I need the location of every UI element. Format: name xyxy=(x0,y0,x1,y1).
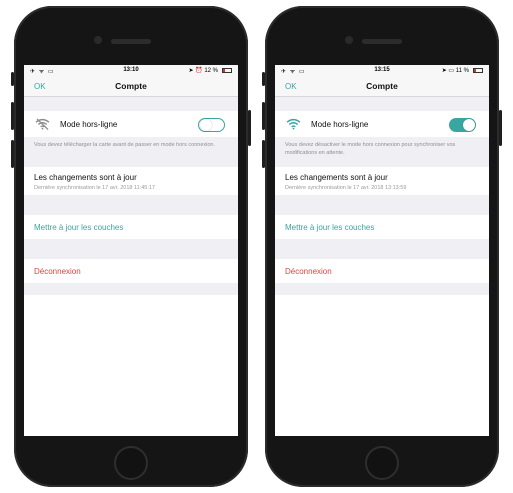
battery-icon xyxy=(222,68,232,73)
wifi-off-icon xyxy=(35,118,50,130)
update-layers-row[interactable]: Mettre à jour les couches xyxy=(24,215,238,239)
logout-button[interactable]: Déconnexion xyxy=(285,267,332,276)
logout-button[interactable]: Déconnexion xyxy=(34,267,81,276)
phone-left: ✈ ᯤ ▭ 13:10 ➤ ⏰ 12 % OK Compte Mode hors… xyxy=(11,6,251,487)
power-button xyxy=(248,110,251,146)
status-bar: ✈ ᯤ ▭ 13:15 ➤ ▭ 11 % xyxy=(275,65,489,76)
sync-status-row: Les changements sont à jour Dernière syn… xyxy=(24,167,238,195)
toggle-knob xyxy=(463,119,475,131)
offline-mode-toggle[interactable] xyxy=(449,118,476,132)
status-battery-text: ➤ ▭ 11 % xyxy=(441,68,469,74)
sync-status-title: Les changements sont à jour xyxy=(34,173,137,182)
logout-row[interactable]: Déconnexion xyxy=(275,259,489,283)
volume-up-button xyxy=(11,102,14,130)
update-layers-button[interactable]: Mettre à jour les couches xyxy=(34,223,123,232)
earpiece-speaker xyxy=(111,39,151,44)
last-sync-text: Dernière synchronisation le 17 avr. 2018… xyxy=(34,185,155,191)
logout-row[interactable]: Déconnexion xyxy=(24,259,238,283)
phone-right: ✈ ᯤ ▭ 13:15 ➤ ▭ 11 % OK Compte Mode hors… xyxy=(262,6,502,487)
update-layers-button[interactable]: Mettre à jour les couches xyxy=(285,223,374,232)
offline-mode-hint: Vous devez désactiver le mode hors conne… xyxy=(285,142,456,156)
last-sync-text: Dernière synchronisation le 17 avr. 2018… xyxy=(285,185,407,191)
empty-area xyxy=(24,295,238,436)
empty-area xyxy=(275,295,489,436)
home-button[interactable] xyxy=(114,446,148,480)
navigation-bar: OK Compte xyxy=(275,76,489,97)
update-layers-row[interactable]: Mettre à jour les couches xyxy=(275,215,489,239)
offline-mode-label: Mode hors-ligne xyxy=(60,120,118,129)
page-title: Compte xyxy=(366,81,398,91)
battery-icon xyxy=(473,68,483,73)
volume-up-button xyxy=(262,102,265,130)
offline-mode-row: Mode hors-ligne xyxy=(275,111,489,137)
status-battery-text: ➤ ⏰ 12 % xyxy=(188,68,218,74)
home-button[interactable] xyxy=(365,446,399,480)
volume-down-button xyxy=(262,140,265,168)
page-title: Compte xyxy=(115,81,147,91)
offline-mode-toggle[interactable] xyxy=(198,118,225,132)
earpiece-speaker xyxy=(362,39,402,44)
screen: ✈ ᯤ ▭ 13:15 ➤ ▭ 11 % OK Compte Mode hors… xyxy=(275,65,489,436)
offline-mode-hint: Vous devez télécharger la carte avant de… xyxy=(34,142,216,148)
screen: ✈ ᯤ ▭ 13:10 ➤ ⏰ 12 % OK Compte Mode hors… xyxy=(24,65,238,436)
offline-mode-label: Mode hors-ligne xyxy=(311,120,369,129)
power-button xyxy=(499,110,502,146)
offline-mode-row: Mode hors-ligne xyxy=(24,111,238,137)
mute-switch xyxy=(11,72,14,86)
sync-status-row: Les changements sont à jour Dernière syn… xyxy=(275,167,489,195)
navigation-bar: OK Compte xyxy=(24,76,238,97)
mute-switch xyxy=(262,72,265,86)
toggle-knob xyxy=(200,119,212,131)
volume-down-button xyxy=(11,140,14,168)
front-camera xyxy=(345,36,353,44)
sync-status-title: Les changements sont à jour xyxy=(285,173,388,182)
status-bar: ✈ ᯤ ▭ 13:10 ➤ ⏰ 12 % xyxy=(24,65,238,76)
wifi-icon xyxy=(286,118,301,130)
front-camera xyxy=(94,36,102,44)
